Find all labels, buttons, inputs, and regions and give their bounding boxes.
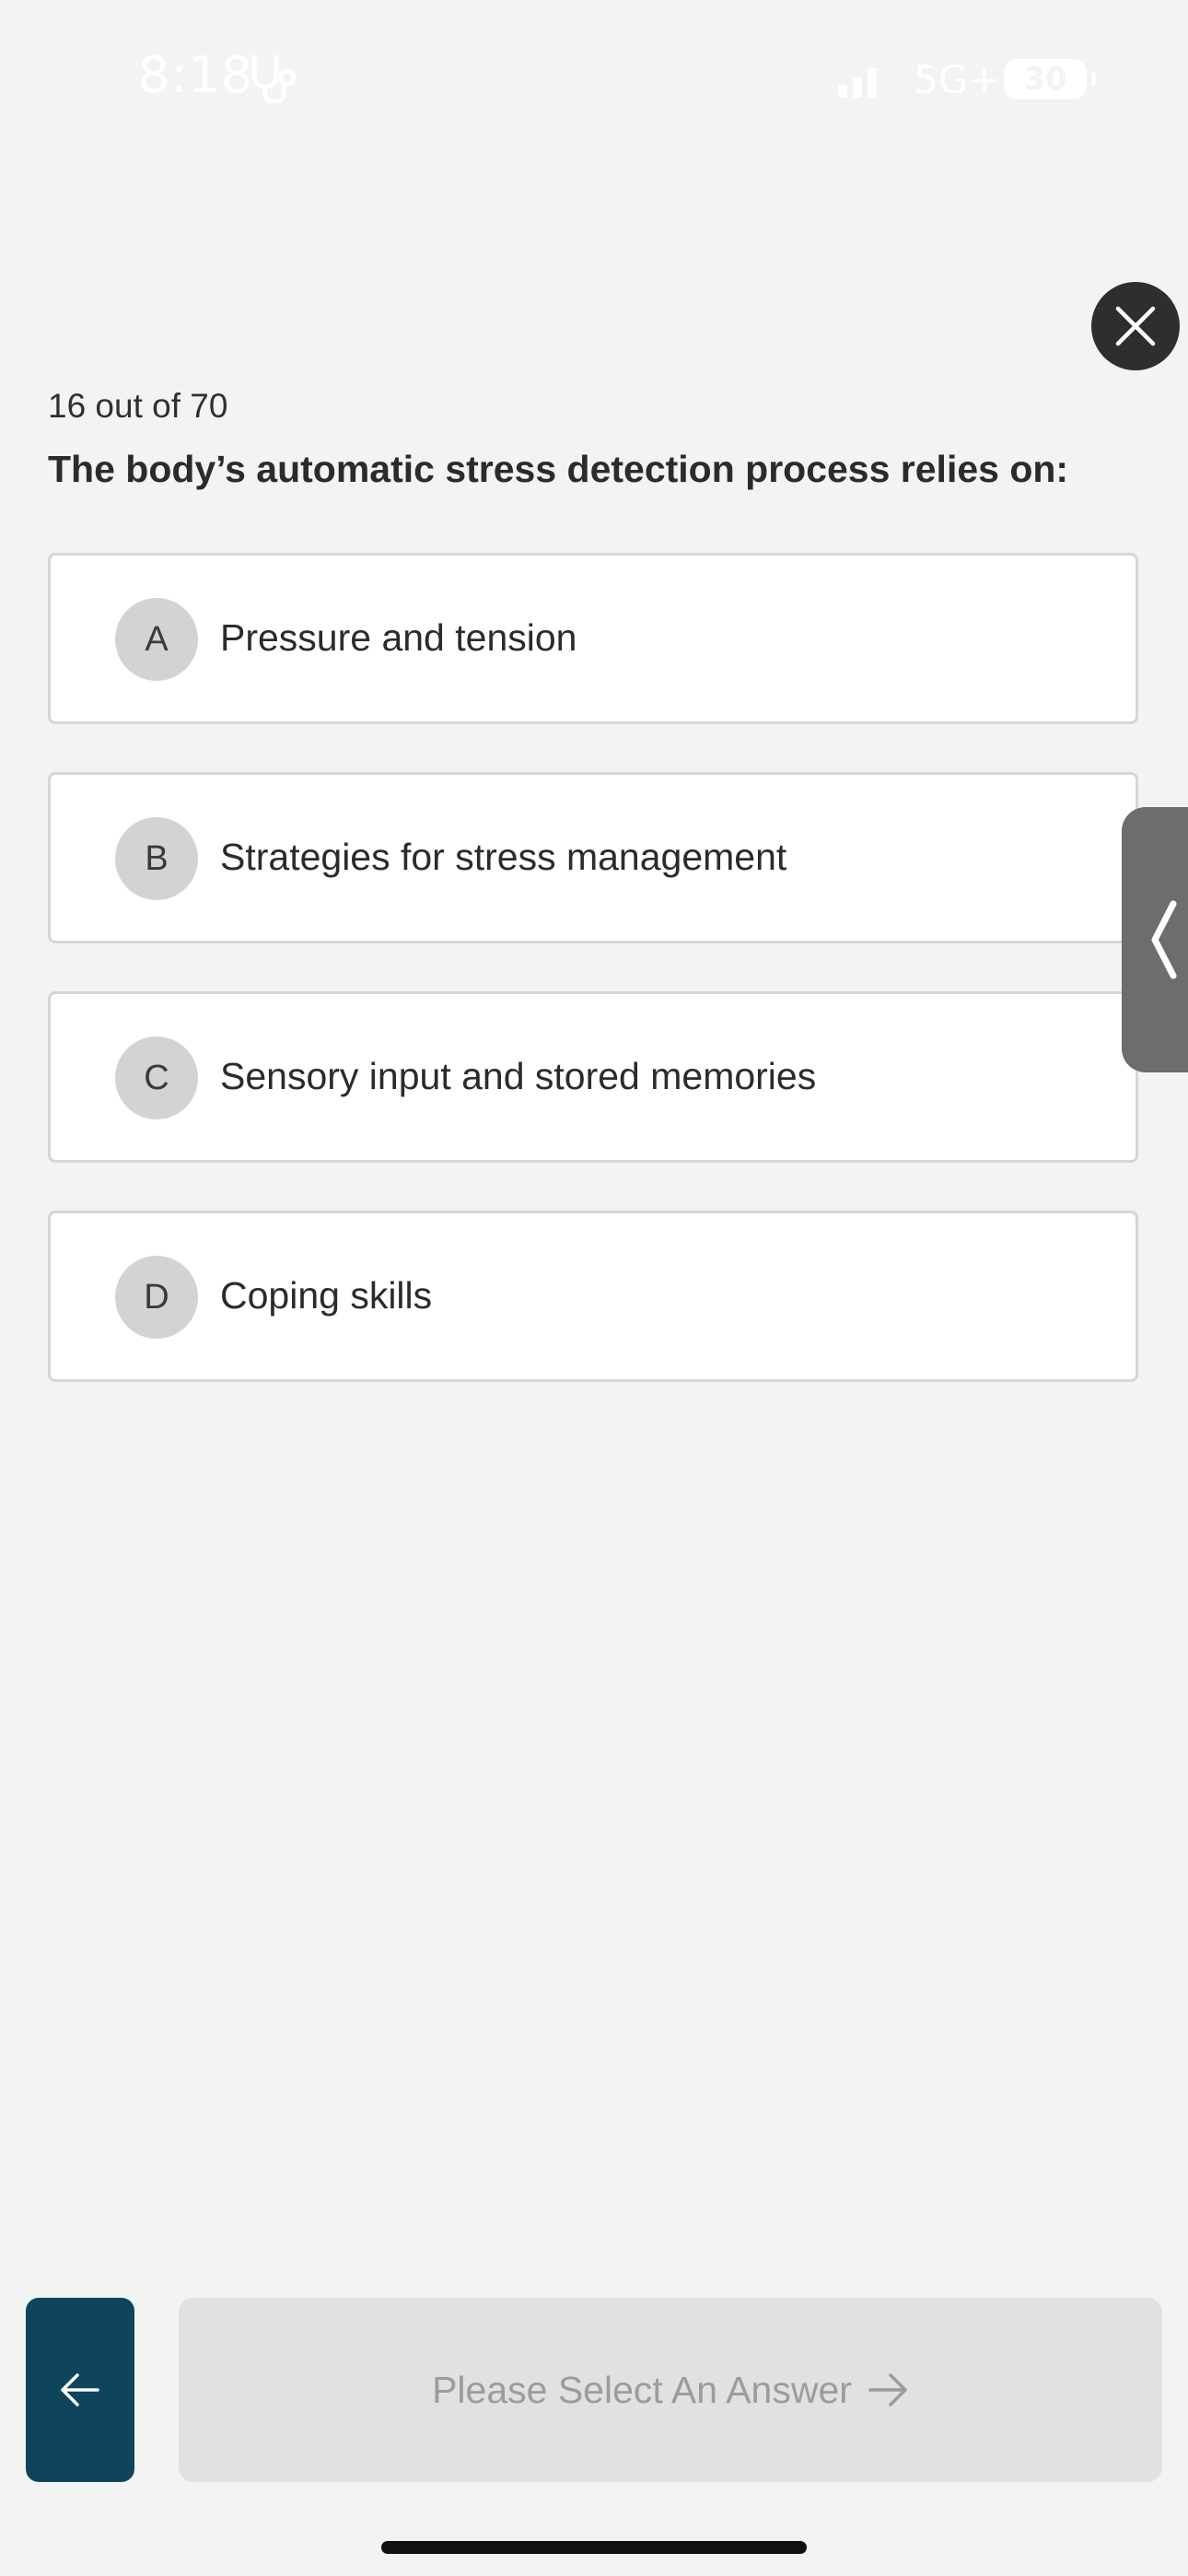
- option-letter-badge: B: [115, 817, 198, 900]
- back-button[interactable]: [26, 2298, 134, 2482]
- arrow-right-icon: [868, 2373, 907, 2406]
- status-time: 8:18: [138, 46, 254, 104]
- question-text: The body’s automatic stress detection pr…: [48, 448, 1069, 490]
- answer-option-a[interactable]: A Pressure and tension: [48, 553, 1138, 724]
- answer-option-b[interactable]: B Strategies for stress management: [48, 772, 1138, 943]
- option-text: Strategies for stress management: [220, 836, 787, 878]
- option-letter-badge: A: [115, 598, 198, 681]
- close-icon: [1115, 306, 1156, 346]
- answer-option-d[interactable]: D Coping skills: [48, 1211, 1138, 1382]
- next-button[interactable]: Please Select An Answer: [179, 2298, 1162, 2482]
- chevron-left-icon: [1151, 900, 1177, 979]
- home-indicator: [381, 2541, 807, 2554]
- next-button-label: Please Select An Answer: [432, 2368, 852, 2411]
- option-text: Pressure and tension: [220, 616, 577, 659]
- arrow-left-icon: [61, 2373, 99, 2406]
- option-letter-badge: C: [115, 1036, 198, 1119]
- signal-icon: [838, 68, 877, 98]
- option-text: Coping skills: [220, 1274, 433, 1317]
- battery-indicator: 30: [1004, 59, 1096, 100]
- network-type: 5G+: [914, 57, 1001, 102]
- option-letter-badge: D: [115, 1256, 198, 1339]
- question-progress: 16 out of 70: [48, 387, 228, 425]
- close-button[interactable]: [1091, 282, 1180, 370]
- side-drawer-tab[interactable]: [1122, 807, 1188, 1072]
- stethoscope-icon: [251, 54, 297, 104]
- option-text: Sensory input and stored memories: [220, 1055, 817, 1097]
- answer-option-c[interactable]: C Sensory input and stored memories: [48, 991, 1138, 1163]
